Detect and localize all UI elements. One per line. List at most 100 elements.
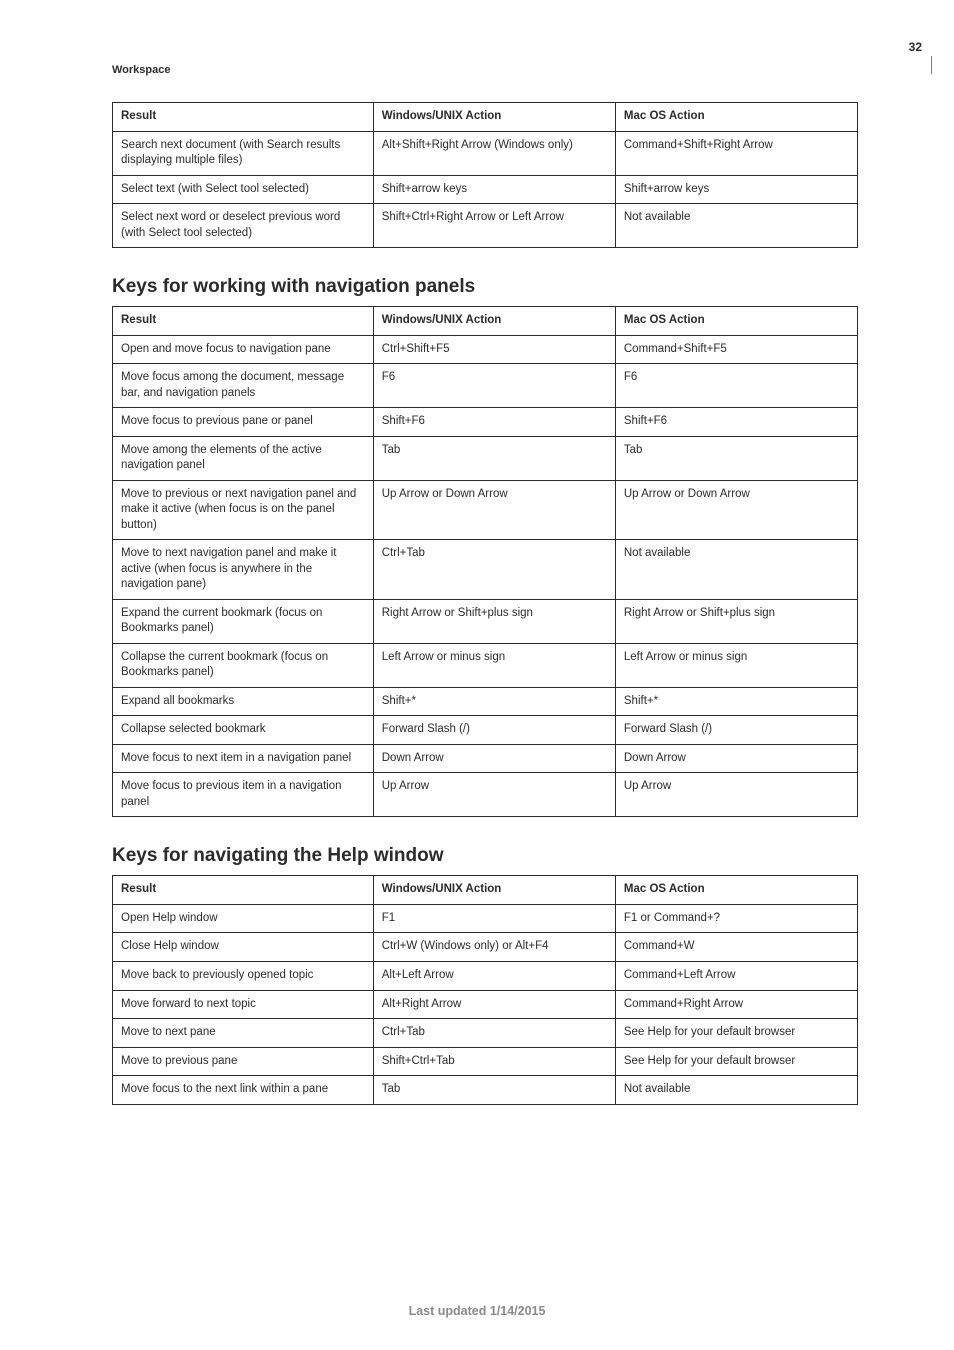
cell: Collapse the current bookmark (focus on … <box>113 643 374 687</box>
col-result: Result <box>113 876 374 905</box>
cell: Up Arrow or Down Arrow <box>615 480 857 540</box>
cell: Close Help window <box>113 933 374 962</box>
table-row: Select next word or deselect previous wo… <box>113 204 858 248</box>
cell: Move focus to previous pane or panel <box>113 408 374 437</box>
cell: Move focus among the document, message b… <box>113 364 374 408</box>
cell: Alt+Left Arrow <box>373 961 615 990</box>
col-result: Result <box>113 307 374 336</box>
cell: Not available <box>615 540 857 600</box>
cell: Ctrl+Tab <box>373 540 615 600</box>
cell: Shift+* <box>373 687 615 716</box>
table-row: Move focus to previous item in a navigat… <box>113 773 858 817</box>
page-content: Workspace Result Windows/UNIX Action Mac… <box>0 0 954 1105</box>
cell: F6 <box>615 364 857 408</box>
shortcut-table-1: Result Windows/UNIX Action Mac OS Action… <box>112 306 858 817</box>
page-number-divider <box>931 56 932 74</box>
table-row: Move focus to previous pane or panelShif… <box>113 408 858 437</box>
cell: Move forward to next topic <box>113 990 374 1019</box>
table-row: Move focus to next item in a navigation … <box>113 744 858 773</box>
cell: Move to previous pane <box>113 1047 374 1076</box>
col-result: Result <box>113 103 374 132</box>
col-mac: Mac OS Action <box>615 876 857 905</box>
table-row: Move to previous or next navigation pane… <box>113 480 858 540</box>
cell: Forward Slash (/) <box>615 716 857 745</box>
cell: Right Arrow or Shift+plus sign <box>373 599 615 643</box>
cell: Expand all bookmarks <box>113 687 374 716</box>
cell: Shift+arrow keys <box>615 175 857 204</box>
table-row: Move back to previously opened topicAlt+… <box>113 961 858 990</box>
breadcrumb: Workspace <box>112 64 858 76</box>
cell: Move focus to next item in a navigation … <box>113 744 374 773</box>
shortcut-table-0: Result Windows/UNIX Action Mac OS Action… <box>112 102 858 248</box>
section-heading-help-window: Keys for navigating the Help window <box>112 845 858 867</box>
cell: Tab <box>373 436 615 480</box>
cell: Select next word or deselect previous wo… <box>113 204 374 248</box>
table-row: Move forward to next topicAlt+Right Arro… <box>113 990 858 1019</box>
cell: See Help for your default browser <box>615 1019 857 1048</box>
table-header-row: Result Windows/UNIX Action Mac OS Action <box>113 307 858 336</box>
cell: See Help for your default browser <box>615 1047 857 1076</box>
cell: Move among the elements of the active na… <box>113 436 374 480</box>
cell: Forward Slash (/) <box>373 716 615 745</box>
table-row: Move to previous paneShift+Ctrl+TabSee H… <box>113 1047 858 1076</box>
col-win: Windows/UNIX Action <box>373 876 615 905</box>
cell: Ctrl+Tab <box>373 1019 615 1048</box>
cell: Open and move focus to navigation pane <box>113 335 374 364</box>
table-row: Move to next paneCtrl+TabSee Help for yo… <box>113 1019 858 1048</box>
table-row: Close Help windowCtrl+W (Windows only) o… <box>113 933 858 962</box>
table-row: Move among the elements of the active na… <box>113 436 858 480</box>
cell: F1 <box>373 904 615 933</box>
col-mac: Mac OS Action <box>615 103 857 132</box>
cell: Left Arrow or minus sign <box>615 643 857 687</box>
table-header-row: Result Windows/UNIX Action Mac OS Action <box>113 876 858 905</box>
cell: Shift+Ctrl+Right Arrow or Left Arrow <box>373 204 615 248</box>
table-row: Open and move focus to navigation paneCt… <box>113 335 858 364</box>
cell: Move to next pane <box>113 1019 374 1048</box>
footer-last-updated: Last updated 1/14/2015 <box>0 1304 954 1318</box>
cell: Right Arrow or Shift+plus sign <box>615 599 857 643</box>
cell: Shift+F6 <box>615 408 857 437</box>
table-row: Expand all bookmarksShift+*Shift+* <box>113 687 858 716</box>
cell: Up Arrow <box>615 773 857 817</box>
cell: Command+Right Arrow <box>615 990 857 1019</box>
cell: Command+W <box>615 933 857 962</box>
section-heading-nav-panels: Keys for working with navigation panels <box>112 276 858 298</box>
cell: Search next document (with Search result… <box>113 131 374 175</box>
table-row: Move to next navigation panel and make i… <box>113 540 858 600</box>
shortcut-table-2: Result Windows/UNIX Action Mac OS Action… <box>112 875 858 1104</box>
cell: Shift+Ctrl+Tab <box>373 1047 615 1076</box>
cell: Shift+* <box>615 687 857 716</box>
cell: Up Arrow <box>373 773 615 817</box>
cell: Move to previous or next navigation pane… <box>113 480 374 540</box>
cell: Move focus to previous item in a navigat… <box>113 773 374 817</box>
col-mac: Mac OS Action <box>615 307 857 336</box>
cell: Move to next navigation panel and make i… <box>113 540 374 600</box>
table-row: Expand the current bookmark (focus on Bo… <box>113 599 858 643</box>
cell: Command+Shift+F5 <box>615 335 857 364</box>
cell: Not available <box>615 1076 857 1105</box>
cell: Shift+F6 <box>373 408 615 437</box>
cell: Move back to previously opened topic <box>113 961 374 990</box>
cell: Ctrl+W (Windows only) or Alt+F4 <box>373 933 615 962</box>
cell: F1 or Command+? <box>615 904 857 933</box>
table-row: Move focus among the document, message b… <box>113 364 858 408</box>
cell: Move focus to the next link within a pan… <box>113 1076 374 1105</box>
cell: Left Arrow or minus sign <box>373 643 615 687</box>
cell: Select text (with Select tool selected) <box>113 175 374 204</box>
table-header-row: Result Windows/UNIX Action Mac OS Action <box>113 103 858 132</box>
cell: F6 <box>373 364 615 408</box>
cell: Ctrl+Shift+F5 <box>373 335 615 364</box>
table-row: Collapse selected bookmarkForward Slash … <box>113 716 858 745</box>
cell: Collapse selected bookmark <box>113 716 374 745</box>
cell: Shift+arrow keys <box>373 175 615 204</box>
table-row: Select text (with Select tool selected) … <box>113 175 858 204</box>
cell: Up Arrow or Down Arrow <box>373 480 615 540</box>
cell: Command+Shift+Right Arrow <box>615 131 857 175</box>
table-row: Collapse the current bookmark (focus on … <box>113 643 858 687</box>
col-win: Windows/UNIX Action <box>373 103 615 132</box>
page-number: 32 <box>909 40 922 54</box>
table-row: Move focus to the next link within a pan… <box>113 1076 858 1105</box>
cell: Alt+Shift+Right Arrow (Windows only) <box>373 131 615 175</box>
cell: Command+Left Arrow <box>615 961 857 990</box>
cell: Expand the current bookmark (focus on Bo… <box>113 599 374 643</box>
